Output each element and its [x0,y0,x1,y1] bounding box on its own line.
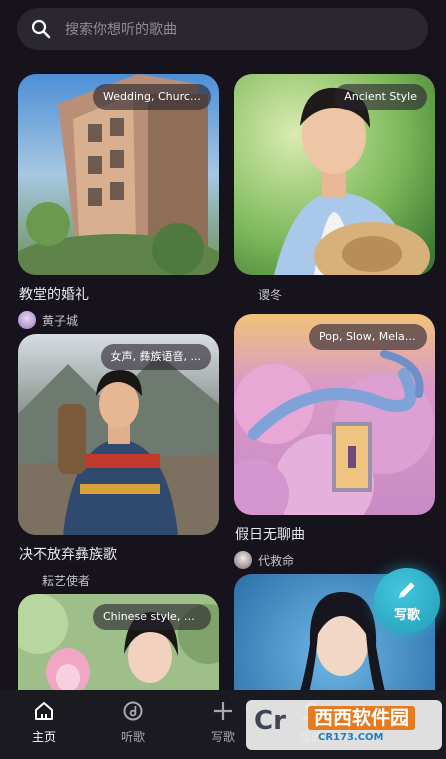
author[interactable]: 耘艺使者 [18,570,219,590]
author-name: 谡冬 [258,287,283,302]
song-card[interactable]: Pop, Slow, Melan... 假日无聊曲 代救命 [234,314,435,570]
watermark-cr: Cr [254,706,286,736]
song-title: 决不放弃彝族歌 [19,547,117,563]
author[interactable]: 谡冬 [234,284,435,304]
song-card[interactable]: 女声, 彝族语音, ... 决不放弃彝族歌 耘艺使者 [18,334,219,590]
song-cover[interactable]: 女声, 彝族语音, ... [18,334,219,535]
song-card[interactable]: Wedding, Church,... 教堂的婚礼 黄子城 [18,74,219,330]
nav-write-label: 写歌 [210,730,235,744]
author-name: 代救命 [258,553,295,568]
song-cover[interactable]: Wedding, Church,... [18,74,219,275]
song-card[interactable]: Chinese style, Upl... [18,594,219,690]
write-song-button[interactable]: 写歌 [374,568,440,634]
avatar [18,311,36,329]
nav-home[interactable]: 主页 [9,700,79,745]
avatar [234,551,252,569]
plus-icon [214,702,232,720]
watermark-subtitle: CR173.COM [318,732,384,743]
song-card[interactable]: Ancient Style 谡冬 [234,74,435,304]
song-cover[interactable]: Ancient Style [234,74,435,275]
author-name: 黄子城 [42,313,79,328]
watermark-title: 西西软件园 [308,706,416,730]
author-name: 耘艺使者 [42,573,91,588]
song-title: 教堂的婚礼 [19,287,89,303]
style-tag: Pop, Slow, Melan... [309,324,427,350]
search-placeholder: 搜索你想听的歌曲 [65,22,177,38]
song-title: 假日无聊曲 [235,527,305,543]
song-cover[interactable]: Chinese style, Upl... [18,594,219,690]
pencil-icon [399,582,415,598]
nav-listen[interactable]: 听歌 [98,700,168,745]
nav-home-label: 主页 [31,730,56,744]
style-tag: 女声, 彝族语音, ... [100,344,211,370]
author[interactable]: 黄子城 [18,310,219,330]
search-icon [31,19,51,39]
music-disc-icon [123,701,143,721]
author[interactable]: 代救命 [234,550,435,570]
style-tag: Ancient Style [334,84,427,110]
style-tag: Wedding, Church,... [93,84,211,110]
nav-listen-label: 听歌 [120,730,145,744]
song-cover[interactable]: Pop, Slow, Melan... [234,314,435,515]
watermark-logo: Cr 西西软件园 CR173.COM [246,700,442,750]
home-icon [35,702,53,720]
style-tag: Chinese style, Upl... [93,604,211,630]
search-bar[interactable]: 搜索你想听的歌曲 [17,8,428,50]
write-song-label: 写歌 [393,608,420,623]
